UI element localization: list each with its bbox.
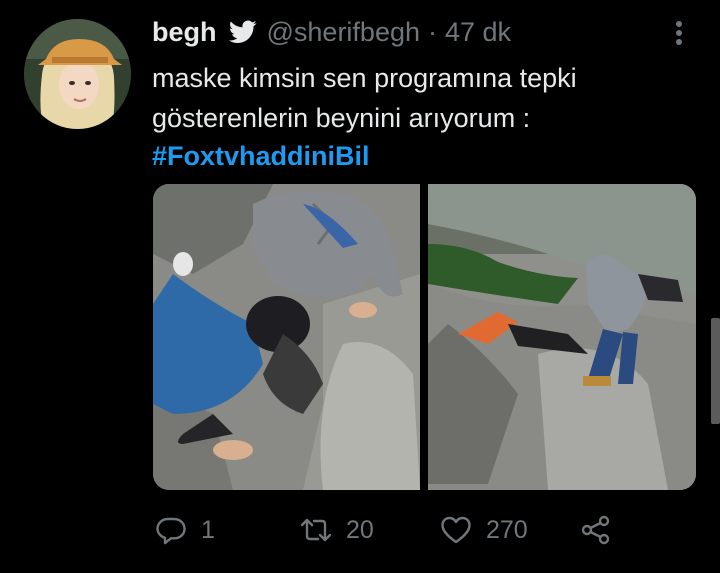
hashtag-link[interactable]: #FoxtvhaddiniBil [152,138,370,174]
share-icon [581,515,610,545]
reply-icon [156,517,186,545]
photo-2[interactable] [428,184,696,490]
display-name[interactable]: begh [152,17,217,48]
avatar[interactable] [24,19,131,129]
user-handle[interactable]: @sherifbegh [267,17,421,48]
tweet-actions: 1 20 270 [0,508,720,552]
tweet-text: maske kimsin sen programına tepki göster… [152,63,577,133]
like-icon [441,516,471,544]
photo-1[interactable] [153,184,420,490]
share-button[interactable] [580,508,626,552]
scrollbar[interactable] [711,318,720,424]
retweet-count: 20 [346,515,374,544]
reply-button[interactable]: 1 [155,508,215,552]
tweet-header: begh @sherifbegh · 47 dk [152,14,511,50]
timestamp[interactable]: 47 dk [445,17,511,48]
reply-count: 1 [201,515,215,544]
like-button[interactable]: 270 [440,508,528,552]
retweet-icon [300,518,332,542]
twitter-bird-icon [228,20,257,43]
like-count: 270 [486,515,528,544]
retweet-button[interactable]: 20 [300,508,374,552]
separator-dot: · [428,16,437,47]
tweet-media[interactable] [153,184,696,490]
more-options-icon[interactable] [664,16,694,50]
